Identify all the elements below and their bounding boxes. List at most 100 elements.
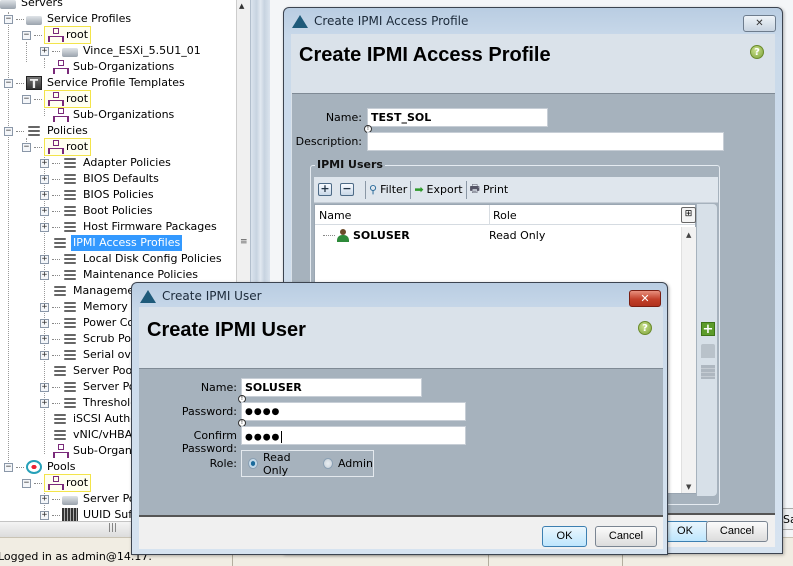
column-header-name[interactable]: Name: [319, 209, 351, 222]
expand-icon[interactable]: +: [40, 254, 49, 264]
tree-node-serial-over-lan[interactable]: + Serial over: [40, 347, 144, 363]
expand-icon[interactable]: +: [40, 190, 49, 200]
add-icon[interactable]: +: [701, 322, 715, 336]
tree-label: Service Profiles: [47, 12, 132, 25]
collapse-icon[interactable]: −: [4, 14, 13, 24]
collapse-icon[interactable]: −: [4, 126, 13, 136]
tree-node-root[interactable]: − root: [22, 90, 92, 108]
tree-node-sub-organizations[interactable]: Sub-Organiz: [52, 443, 143, 459]
expand-icon[interactable]: +: [40, 382, 49, 392]
scroll-down-icon[interactable]: ▼: [686, 483, 691, 491]
filter-button[interactable]: ⚲ Filter: [369, 183, 407, 196]
description-input[interactable]: [367, 132, 724, 151]
radio-read-only[interactable]: [248, 458, 258, 469]
table-row[interactable]: SOLUSER Read Only: [315, 227, 695, 245]
scroll-grip-icon[interactable]: |||: [108, 523, 117, 533]
expand-icon[interactable]: +: [40, 398, 49, 408]
dialog-titlebar[interactable]: Create IPMI Access Profile: [292, 12, 468, 30]
tree-node-vnic-vhba[interactable]: vNIC/vHBA: [52, 427, 134, 443]
ok-button[interactable]: OK: [542, 526, 587, 547]
tree-node-sub-organizations[interactable]: Sub-Organizations: [52, 107, 176, 123]
name-input[interactable]: SOLUSER: [241, 378, 422, 397]
radio-label-read-only[interactable]: Read Only: [263, 451, 313, 477]
scroll-grip-icon[interactable]: ≡: [240, 237, 248, 247]
help-icon[interactable]: ?: [638, 321, 652, 335]
print-button[interactable]: 🖶 Print: [470, 180, 509, 199]
org-icon: [47, 28, 64, 42]
tree-node-server-pool-policy[interactable]: Server Pool: [52, 363, 137, 379]
tree-node-service-profile-templates[interactable]: − T Service Profile Templates: [4, 75, 187, 91]
expand-icon[interactable]: +: [40, 334, 49, 344]
tree-node-service-profile[interactable]: + Vince_ESXi_5.5U1_01: [40, 43, 203, 59]
toolbar-separator: [365, 180, 366, 199]
column-header-role[interactable]: Role: [493, 209, 517, 222]
tree-node-maintenance-policies[interactable]: + Maintenance Policies: [40, 267, 200, 283]
dialog-titlebar[interactable]: Create IPMI User: [140, 287, 262, 305]
collapse-icon[interactable]: −: [4, 78, 13, 88]
tree-node-bios-policies[interactable]: + BIOS Policies: [40, 187, 156, 203]
close-button[interactable]: ✕: [629, 290, 661, 307]
scroll-up-icon[interactable]: ▲: [239, 2, 244, 10]
tree-node-sub-organizations[interactable]: Sub-Organizations: [52, 59, 176, 75]
tree-connector: [323, 235, 335, 236]
tree-node-adapter-policies[interactable]: + Adapter Policies: [40, 155, 173, 171]
tree-node-management[interactable]: Managemen: [52, 283, 143, 299]
policy-icon: [26, 124, 42, 138]
confirm-password-input[interactable]: ●●●●: [241, 426, 466, 445]
expand-icon[interactable]: +: [40, 270, 49, 280]
tree-node-ipmi-access-profiles[interactable]: IPMI Access Profiles: [52, 235, 183, 251]
expand-icon[interactable]: +: [40, 46, 49, 56]
ok-button[interactable]: OK: [661, 521, 709, 542]
collapse-icon[interactable]: −: [4, 462, 13, 472]
tree-node-policies[interactable]: − Policies: [4, 123, 90, 139]
table-vertical-scrollbar[interactable]: ▲ ▼: [681, 227, 696, 493]
help-icon[interactable]: ?: [750, 45, 764, 59]
policy-icon: [62, 348, 78, 362]
delete-icon[interactable]: [701, 344, 715, 358]
column-divider[interactable]: [489, 205, 490, 225]
tree-node-root[interactable]: − root: [22, 26, 92, 44]
tree-node-boot-policies[interactable]: + Boot Policies: [40, 203, 155, 219]
export-button[interactable]: ➡ Export: [414, 183, 462, 196]
tree-node-local-disk-config-policies[interactable]: + Local Disk Config Policies: [40, 251, 224, 267]
radio-label-admin[interactable]: Admin: [338, 457, 373, 470]
expand-icon[interactable]: +: [40, 158, 49, 168]
tree-node-root[interactable]: − root: [22, 474, 92, 492]
tree-node-pools[interactable]: − Pools: [4, 459, 78, 475]
collapse-icon[interactable]: −: [22, 30, 31, 40]
expand-icon[interactable]: +: [40, 318, 49, 328]
remove-icon[interactable]: −: [340, 183, 354, 196]
collapse-icon[interactable]: −: [22, 94, 31, 104]
cancel-button[interactable]: Cancel: [595, 526, 657, 547]
tree-label: Server Pool: [73, 364, 136, 377]
tree-node-host-firmware-packages[interactable]: + Host Firmware Packages: [40, 219, 219, 235]
radio-admin[interactable]: [322, 458, 333, 469]
policy-icon: [62, 268, 78, 282]
expand-icon[interactable]: +: [40, 494, 49, 504]
tree-node-bios-defaults[interactable]: + BIOS Defaults: [40, 171, 161, 187]
column-chooser-icon[interactable]: ⊞: [681, 207, 696, 223]
expand-icon[interactable]: +: [40, 222, 49, 232]
expand-icon[interactable]: +: [40, 302, 49, 312]
scroll-up-icon[interactable]: ▲: [686, 231, 691, 239]
copy-icon[interactable]: [701, 365, 715, 379]
filter-icon: ⚲: [369, 183, 378, 196]
expand-icon[interactable]: +: [40, 510, 49, 520]
policy-icon: [62, 204, 78, 218]
cancel-button[interactable]: Cancel: [706, 521, 768, 542]
collapse-icon[interactable]: −: [22, 142, 31, 152]
close-button[interactable]: ✕: [743, 15, 776, 32]
collapse-icon[interactable]: −: [22, 478, 31, 488]
expand-icon[interactable]: +: [40, 206, 49, 216]
password-input[interactable]: ●●●●: [241, 402, 466, 421]
tree-node-root[interactable]: − root: [22, 138, 92, 156]
role-radio-group: Read Only Admin: [241, 450, 374, 477]
service-profiles-icon: [26, 16, 42, 25]
expand-icon[interactable]: +: [40, 350, 49, 360]
tree-node-servers[interactable]: Servers: [0, 0, 65, 11]
name-input[interactable]: TEST_SOL: [367, 108, 548, 127]
tree-node-service-profiles[interactable]: − Service Profiles: [4, 11, 133, 27]
expand-icon[interactable]: +: [40, 174, 49, 184]
tree-node-iscsi-authentication[interactable]: iSCSI Authe: [52, 411, 139, 427]
add-icon[interactable]: +: [318, 183, 332, 196]
